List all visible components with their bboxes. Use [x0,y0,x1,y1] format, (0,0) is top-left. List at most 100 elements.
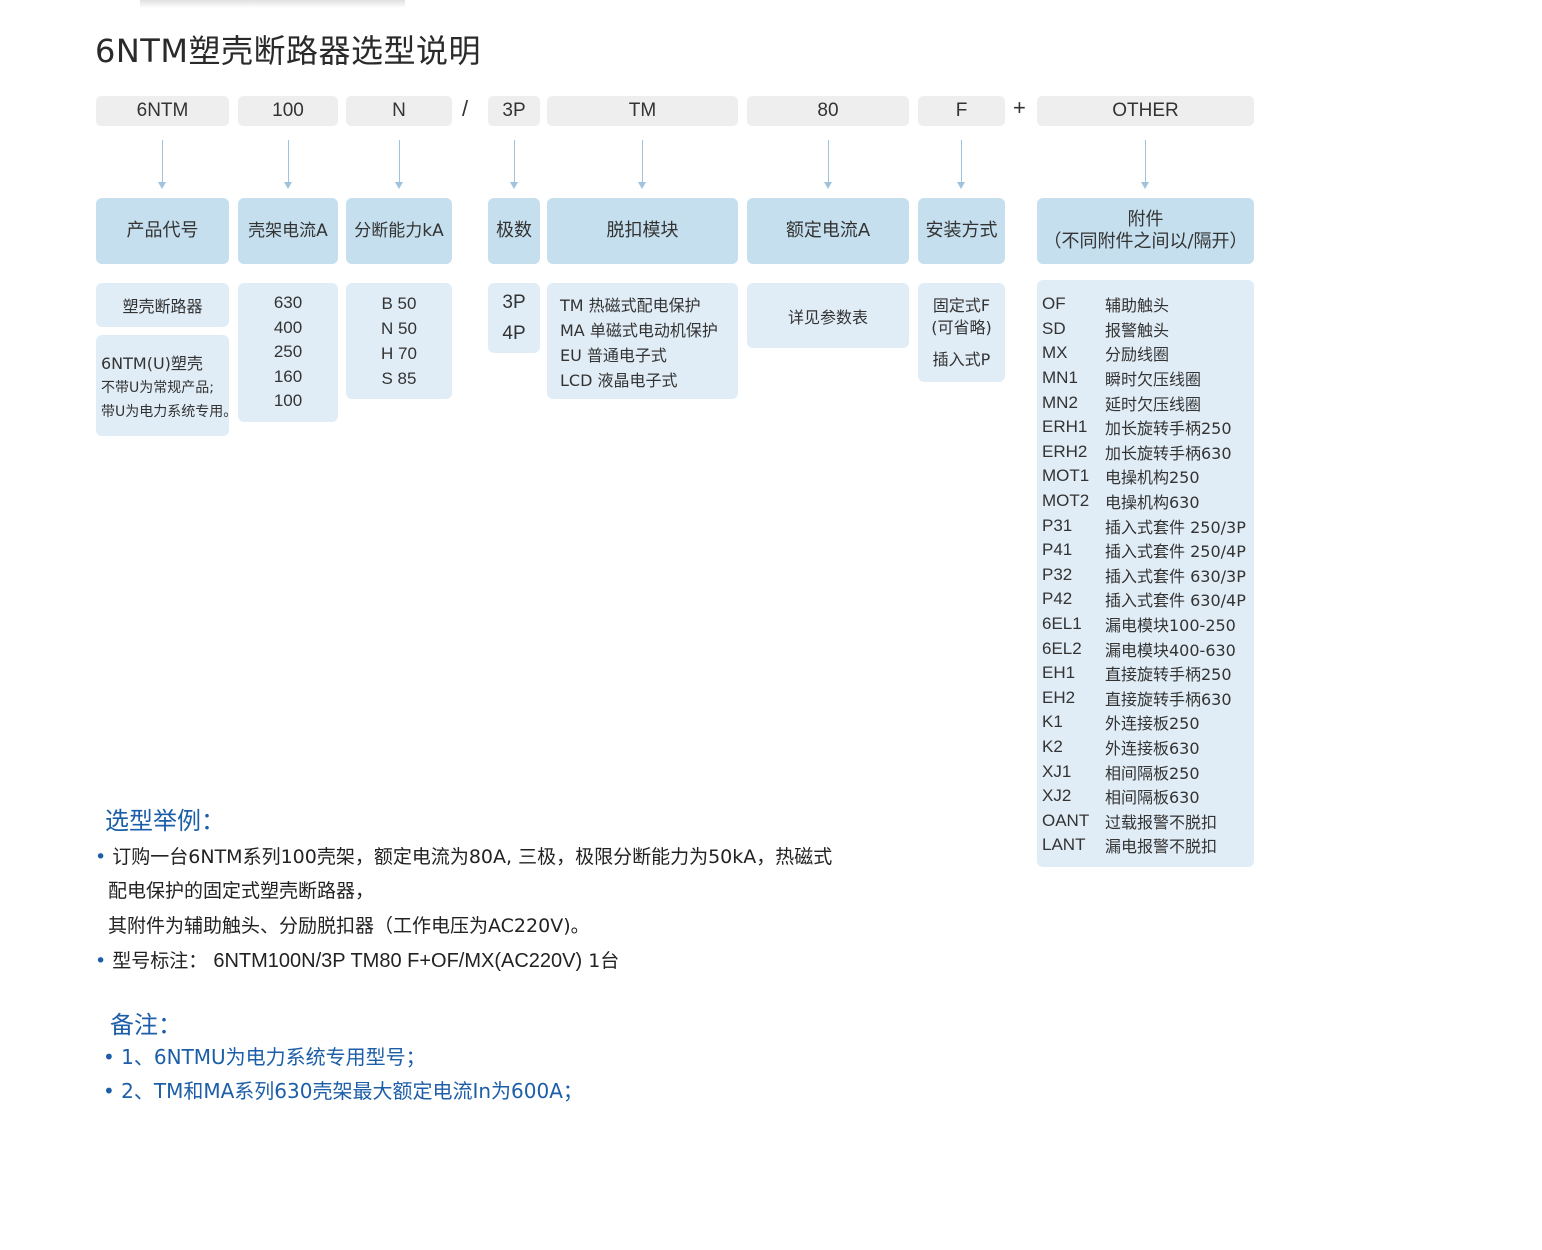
trip-value: LCD 液晶电子式 [560,371,678,390]
arrow-down-icon [824,140,832,189]
header-breaking: 分断能力kA [346,198,452,264]
accessory-code: P42 [1042,589,1073,609]
header-product-label: 产品代号 [126,220,199,241]
breaking-values-box: B 50 N 50 H 70 S 85 [346,283,452,399]
example-line: 配电保护的固定式塑壳断路器， [108,880,375,902]
accessory-row: MOT2 电操机构630 [1042,489,1254,514]
example-heading: 选型举例： [105,807,225,835]
accessory-code: XJ1 [1042,761,1072,781]
accessory-code: MOT2 [1042,491,1090,511]
example-line: 其附件为辅助触头、分励脱扣器（工作电压为AC220V)。 [108,915,590,937]
frame-values-box: 630 400 250 160 100 [238,283,338,422]
header-trip: 脱扣模块 [547,198,738,264]
code-breaking: N [346,96,452,126]
page-title: 6NTM塑壳断路器选型说明 [95,32,481,70]
arrow-down-icon [1141,140,1149,189]
accessory-desc: 相间隔板630 [1105,788,1200,808]
accessory-desc: 插入式套件 250/4P [1105,542,1246,562]
frame-value: 250 [273,342,303,362]
accessory-row: MN2 延时欠压线圈 [1042,390,1254,415]
accessory-desc: 漏电模块400-630 [1105,640,1236,660]
frame-value: 160 [273,366,303,386]
accessory-desc: 外连接板630 [1105,738,1200,758]
code-mount: F [918,96,1005,126]
accessory-desc: 外连接板250 [1105,714,1200,734]
accessory-desc: 延时欠压线圈 [1105,394,1202,414]
header-accessories: 附件 （不同附件之间以/隔开） [1037,198,1254,264]
accessory-desc: 插入式套件 630/3P [1105,566,1246,586]
accessory-desc: 报警触头 [1105,320,1170,340]
code-other: OTHER [1037,96,1254,126]
accessory-code: OANT [1042,810,1090,830]
model-value: 6NTM100N/3P TM80 F+OF/MX(AC220V) [213,950,583,972]
accessory-row: P42 插入式套件 630/4P [1042,587,1254,612]
bullet-icon: • [103,1079,115,1103]
arrow-down-icon [510,140,518,189]
accessory-desc: 直接旋转手柄630 [1105,689,1232,709]
pole-value: 3P [502,292,526,313]
accessory-desc: 插入式套件 630/4P [1105,591,1246,611]
accessory-code: XJ2 [1042,786,1072,806]
mount-box: 固定式F (可省略) 插入式P [918,283,1005,382]
breaking-value: B 50 [381,294,417,313]
accessory-row: MN1 瞬时欠压线圈 [1042,366,1254,391]
accessory-row: XJ1 相间隔板250 [1042,759,1254,784]
header-frame: 壳架电流A [238,198,338,264]
current-text: 详见参数表 [787,307,868,327]
accessory-row: ERH1 加长旋转手柄250 [1042,415,1254,440]
bullet-icon: • [95,950,107,972]
accessory-code: 6EL2 [1042,638,1082,658]
accessory-code: MOT1 [1042,466,1090,486]
header-poles-label: 极数 [496,220,532,241]
accessory-code: MN2 [1042,392,1078,412]
product-name-box: 塑壳断路器 [96,283,229,327]
accessory-desc: 相间隔板250 [1105,763,1200,783]
accessory-row: SD 报警触头 [1042,317,1254,342]
frame-value: 400 [273,317,303,337]
model-label: 型号标注： [112,950,208,972]
code-plus: + [1013,95,1026,120]
accessory-code: ERH1 [1042,417,1088,437]
header-breaking-label: 分断能力kA [354,221,444,241]
accessory-desc: 漏电模块100-250 [1105,616,1236,636]
header-accessories-note: （不同附件之间以/隔开） [1043,231,1248,252]
header-current: 额定电流A [747,198,909,264]
accessory-code: P31 [1042,515,1073,535]
code-poles: 3P [488,96,540,126]
accessory-row: XJ2 相间隔板630 [1042,784,1254,809]
header-trip-label: 脱扣模块 [606,220,679,241]
accessory-desc: 电操机构250 [1105,468,1200,488]
accessory-row: MOT1 电操机构250 [1042,464,1254,489]
accessory-code: MX [1042,343,1068,363]
frame-value: 630 [273,293,303,313]
note-item: • 2、TM和MA系列630壳架最大额定电流In为600A； [103,1075,583,1104]
current-box: 详见参数表 [747,283,909,348]
accessory-code: EH1 [1042,663,1076,683]
trip-value: MA 单磁式电动机保护 [560,321,718,340]
accessory-row: OF 辅助触头 [1042,292,1254,317]
trip-value: TM 热磁式配电保护 [560,296,701,315]
accessory-desc: 电操机构630 [1105,493,1200,513]
accessory-row: 6EL2 漏电模块400-630 [1042,636,1254,661]
trip-value: EU 普通电子式 [560,346,667,365]
breaking-value: S 85 [381,369,417,388]
breaking-value: H 70 [381,344,417,363]
pole-value: 4P [502,323,526,344]
code-trip: TM [547,96,738,126]
example-line: 订购一台6NTM系列100壳架，额定电流为80A, 三极，极限分断能力为50kA… [112,846,833,868]
accessory-code: ERH2 [1042,441,1088,461]
header-frame-label: 壳架电流A [248,221,328,241]
top-shadow [140,0,405,8]
accessory-code: MN1 [1042,368,1078,388]
note-text: 2、TM和MA系列630壳架最大额定电流In为600A； [121,1079,583,1103]
accessory-code: 6EL1 [1042,614,1082,634]
accessories-box: OF 辅助触头 SD 报警触头 MX 分励线圈 MN1 瞬时欠压线圈 MN2 延时欠压线圈 ERH1… [1037,280,1254,867]
header-current-label: 额定电流A [785,220,871,241]
accessory-row: K1 外连接板250 [1042,710,1254,735]
accessory-code: LANT [1042,835,1086,855]
trip-values-box: TM 热磁式配电保护 MA 单磁式电动机保护 EU 普通电子式 LCD 液晶电子… [547,283,738,399]
arrow-down-icon [158,140,166,189]
accessory-row: MX 分励线圈 [1042,341,1254,366]
accessory-code: EH2 [1042,687,1076,707]
accessory-code: P32 [1042,564,1073,584]
